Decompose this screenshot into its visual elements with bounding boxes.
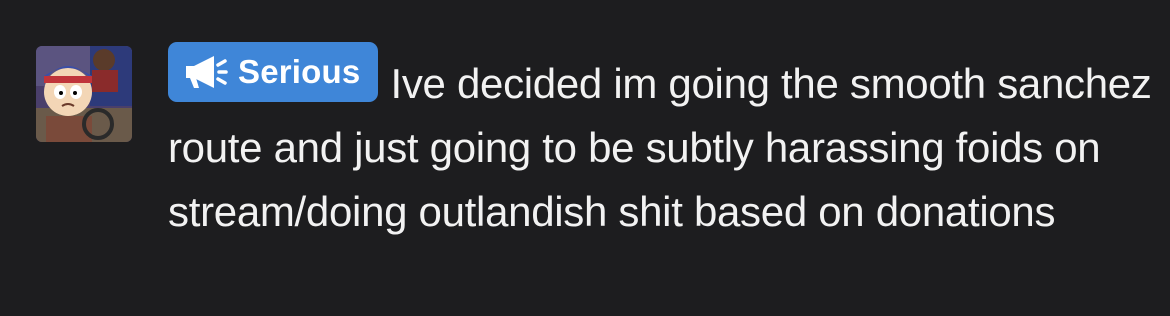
post-row: Serious Ive decided im going the smooth … bbox=[0, 0, 1170, 316]
avatar[interactable] bbox=[36, 46, 132, 142]
megaphone-icon bbox=[182, 52, 228, 92]
avatar-image bbox=[36, 46, 132, 142]
post-body: Serious Ive decided im going the smooth … bbox=[168, 42, 1153, 244]
serious-tag-badge[interactable]: Serious bbox=[168, 42, 379, 102]
tag-label: Serious bbox=[238, 53, 361, 90]
